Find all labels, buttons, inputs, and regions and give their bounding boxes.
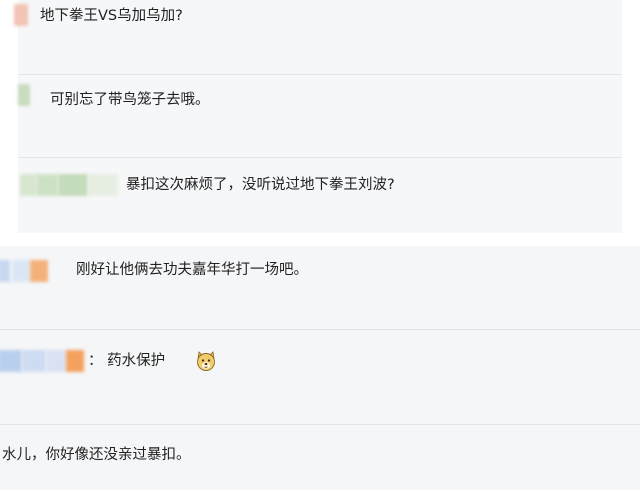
username-blur [36, 174, 58, 196]
avatar[interactable] [14, 4, 28, 26]
comment-panel-top: 地下拳王VS乌加乌加? 可别忘了带鸟笼子去哦。 暴扣这次麻烦了，没听说过地下拳王… [14, 0, 622, 233]
comment-row[interactable]: 水儿，你好像还没亲过暴扣。 [0, 425, 640, 490]
comment-text: ： 药水保护 [88, 353, 166, 369]
avatar[interactable] [0, 350, 22, 372]
username-blur [88, 174, 118, 196]
comment-screenshot: 地下拳王VS乌加乌加? 可别忘了带鸟笼子去哦。 暴扣这次麻烦了，没听说过地下拳王… [0, 0, 640, 490]
doge-face-icon [197, 351, 215, 371]
comment-row[interactable]: 地下拳王VS乌加乌加? [14, 0, 622, 74]
avatar[interactable] [0, 260, 10, 282]
username-blur [46, 350, 66, 372]
username-blur [22, 350, 46, 372]
username-blur [66, 350, 84, 372]
username-blur [12, 260, 30, 282]
comment-text: 刚好让他俩去功夫嘉年华打一场吧。 [76, 262, 308, 278]
comment-row[interactable]: 刚好让他俩去功夫嘉年华打一场吧。 [0, 246, 640, 328]
comment-row[interactable]: ： 药水保护 [0, 330, 640, 424]
comment-text: 可别忘了带鸟笼子去哦。 [50, 92, 210, 108]
avatar[interactable] [20, 174, 36, 196]
comment-row[interactable]: 暴扣这次麻烦了，没听说过地下拳王刘波? [18, 158, 622, 233]
username-blur [58, 174, 88, 196]
username-blur [30, 260, 48, 282]
comment-text: 地下拳王VS乌加乌加? [40, 8, 183, 24]
comment-row[interactable]: 可别忘了带鸟笼子去哦。 [18, 75, 622, 157]
comment-panel-bottom: 刚好让他俩去功夫嘉年华打一场吧。 ： 药水保护 水儿，你好像还没亲过暴扣。 [0, 246, 640, 490]
comment-text: 暴扣这次麻烦了，没听说过地下拳王刘波? [126, 177, 395, 193]
comment-text: 水儿，你好像还没亲过暴扣。 [2, 447, 191, 463]
avatar[interactable] [18, 84, 30, 106]
